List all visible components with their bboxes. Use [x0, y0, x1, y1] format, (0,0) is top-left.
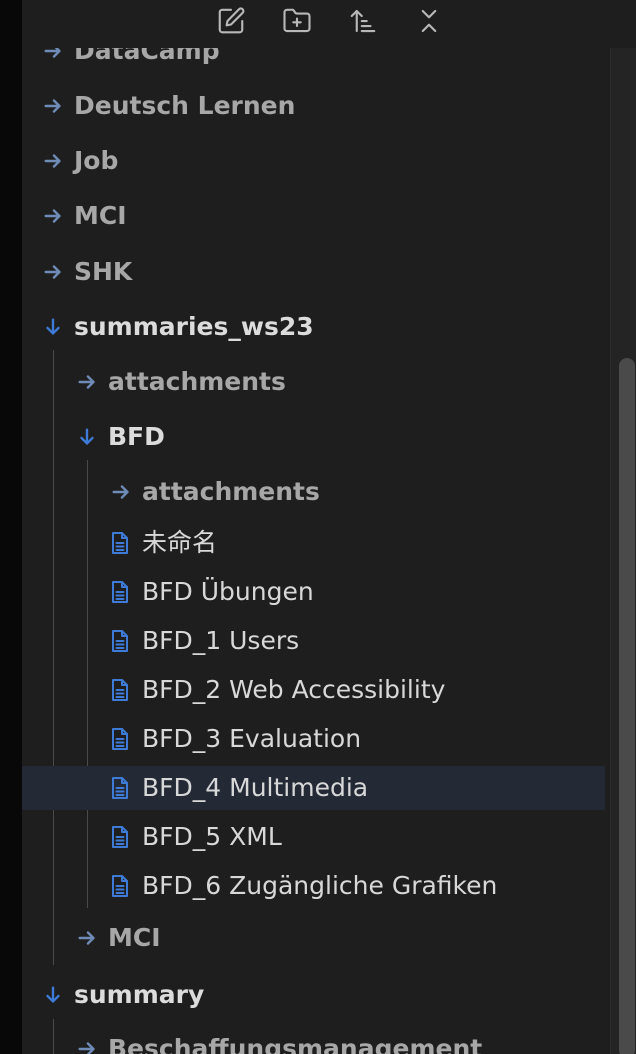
tree-item-label: Beschaffungsmanagement: [108, 1034, 483, 1054]
tree-item-label: MCI: [108, 923, 161, 952]
arrow-right-icon[interactable]: [42, 261, 64, 283]
arrow-right-icon[interactable]: [76, 371, 98, 393]
tree-file-item[interactable]: 未命名: [22, 521, 605, 565]
tree-folder-item[interactable]: BFD: [22, 415, 605, 459]
window-left-edge: [0, 0, 22, 1054]
file-text-icon: [109, 776, 131, 800]
tree-item-label: MCI: [74, 201, 127, 230]
tree-item-label: summaries_ws23: [74, 312, 314, 341]
tree-item-label: BFD_4 Multimedia: [142, 773, 369, 802]
new-folder-button[interactable]: [280, 8, 314, 38]
arrow-right-icon[interactable]: [110, 481, 132, 503]
tree-file-item[interactable]: BFD_3 Evaluation: [22, 717, 605, 761]
tree-file-item[interactable]: BFD_5 XML: [22, 815, 605, 859]
tree-item-label: summary: [74, 980, 205, 1009]
arrow-right-icon[interactable]: [42, 205, 64, 227]
tree-item-label: attachments: [142, 477, 320, 506]
tree-item-label: BFD: [108, 422, 165, 451]
tree-file-item[interactable]: BFD_1 Users: [22, 619, 605, 663]
collapse-all-button[interactable]: [412, 8, 446, 38]
tree-file-item[interactable]: BFD_4 Multimedia: [22, 766, 605, 810]
tree-item-label: 未命名: [142, 528, 218, 557]
folder-plus-icon: [282, 6, 312, 40]
tree-item-label: attachments: [108, 367, 286, 396]
collapse-all-icon: [414, 6, 444, 40]
tree-item-label: BFD_1 Users: [142, 626, 300, 655]
tree-item-label: BFD_2 Web Accessibility: [142, 675, 446, 704]
arrow-right-icon[interactable]: [76, 1038, 98, 1054]
arrow-right-icon[interactable]: [76, 927, 98, 949]
tree-file-item[interactable]: BFD Übungen: [22, 570, 605, 614]
tree-file-item[interactable]: BFD_6 Zugängliche Grafiken: [22, 864, 605, 908]
file-text-icon: [109, 580, 131, 604]
tree-item-label: Deutsch Lernen: [74, 91, 296, 120]
tree-folder-item[interactable]: summaries_ws23: [22, 305, 605, 349]
file-text-icon: [109, 727, 131, 751]
sort-button[interactable]: [346, 8, 380, 38]
arrow-down-icon[interactable]: [76, 426, 98, 448]
file-explorer-screen: DataCamp Deutsch Lernen Job MCI SHK summaries…: [0, 0, 636, 1054]
sort-ascending-icon: [348, 6, 378, 40]
tree-folder-item[interactable]: Job: [22, 139, 605, 183]
file-tree: DataCamp Deutsch Lernen Job MCI SHK summaries…: [22, 0, 610, 1054]
file-text-icon: [109, 874, 131, 898]
scrollbar-thumb[interactable]: [619, 358, 635, 1054]
tree-folder-item[interactable]: summary: [22, 973, 605, 1017]
panel-divider: [610, 48, 611, 1054]
tree-file-item[interactable]: BFD_2 Web Accessibility: [22, 668, 605, 712]
arrow-down-icon[interactable]: [42, 984, 64, 1006]
arrow-right-icon[interactable]: [42, 150, 64, 172]
file-text-icon: [109, 629, 131, 653]
file-text-icon: [109, 825, 131, 849]
tree-item-label: Job: [74, 146, 119, 175]
tree-item-label: BFD_3 Evaluation: [142, 724, 362, 753]
tree-folder-item[interactable]: Beschaffungsmanagement: [22, 1027, 605, 1054]
tree-folder-item[interactable]: attachments: [22, 360, 605, 404]
arrow-down-icon[interactable]: [42, 316, 64, 338]
tree-folder-item[interactable]: attachments: [22, 470, 605, 514]
file-text-icon: [109, 678, 131, 702]
arrow-right-icon[interactable]: [42, 95, 64, 117]
tree-folder-item[interactable]: MCI: [22, 916, 605, 960]
tree-folder-item[interactable]: SHK: [22, 250, 605, 294]
tree-item-label: BFD_6 Zugängliche Grafiken: [142, 871, 498, 900]
file-text-icon: [109, 531, 131, 555]
tree-item-label: BFD_5 XML: [142, 822, 282, 851]
new-note-button[interactable]: [214, 6, 248, 40]
edit-icon: [216, 6, 246, 40]
tree-folder-item[interactable]: MCI: [22, 194, 605, 238]
tree-item-label: SHK: [74, 257, 133, 286]
explorer-toolbar: [22, 0, 610, 48]
tree-folder-item[interactable]: Deutsch Lernen: [22, 84, 605, 128]
tree-item-label: BFD Übungen: [142, 577, 314, 606]
